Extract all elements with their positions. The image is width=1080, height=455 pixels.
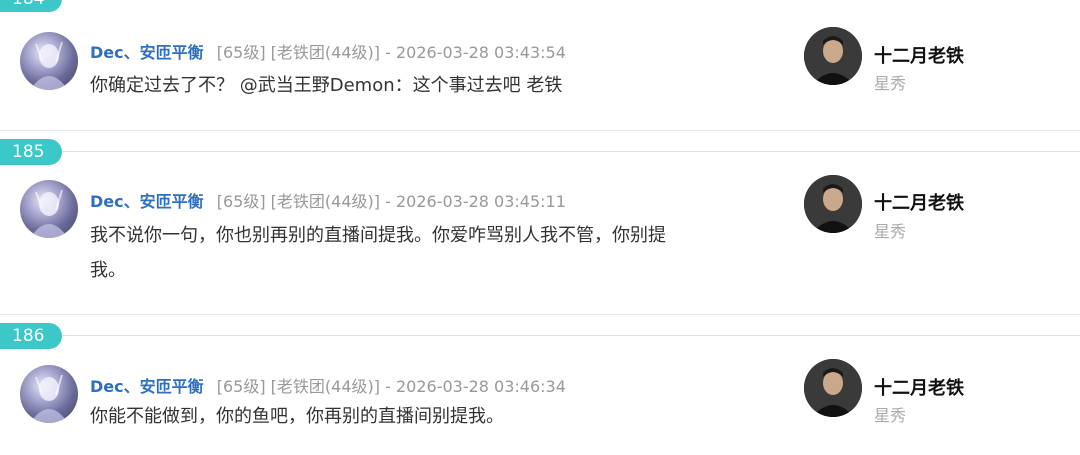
- target-avatar[interactable]: [804, 27, 862, 85]
- comment-content: 我不说你一句，你也别再别的直播间提我。你爱咋骂别人我不管，你别提我。: [90, 225, 666, 281]
- floor-divider: [62, 151, 1080, 152]
- comment-meta: Dec、安匝平衡 [65级] [老铁团(44级)] - 2026-03-28 0…: [90, 188, 566, 212]
- timestamp: - 2026-03-28 03:43:54: [385, 43, 566, 62]
- comment-meta: Dec、安匝平衡 [65级] [老铁团(44级)] - 2026-03-28 0…: [90, 373, 566, 397]
- floor-badge: 184: [0, 0, 62, 12]
- comment-post: 184 Dec、安匝平衡 [65级] [老铁团(44级)] - 2026-03-…: [0, 0, 1080, 131]
- target-streamer-name[interactable]: 十二月老铁: [874, 189, 964, 215]
- fan-badge: [老铁团(44级)]: [270, 192, 381, 211]
- user-avatar[interactable]: [20, 180, 78, 238]
- user-level: [65级]: [216, 192, 266, 211]
- user-avatar[interactable]: [20, 365, 78, 423]
- target-category: 星秀: [874, 222, 907, 241]
- username-link[interactable]: Dec、安匝平衡: [90, 192, 204, 211]
- comment-post: 185 Dec、安匝平衡 [65级] [老铁团(44级)] - 2026-03-…: [0, 139, 1080, 315]
- timestamp: - 2026-03-28 03:45:11: [385, 192, 566, 211]
- target-streamer-name[interactable]: 十二月老铁: [874, 42, 964, 68]
- target-streamer-name[interactable]: 十二月老铁: [874, 374, 964, 400]
- floor-badge: 186: [0, 323, 62, 349]
- user-avatar[interactable]: [20, 32, 78, 90]
- user-level: [65级]: [216, 43, 266, 62]
- fan-badge: [老铁团(44级)]: [270, 43, 381, 62]
- fan-badge: [老铁团(44级)]: [270, 377, 381, 396]
- comment-meta: Dec、安匝平衡 [65级] [老铁团(44级)] - 2026-03-28 0…: [90, 39, 566, 63]
- floor-divider: [62, 335, 1080, 336]
- username-link[interactable]: Dec、安匝平衡: [90, 377, 204, 396]
- post-divider: [0, 130, 1080, 131]
- comment-content: 你能不能做到，你的鱼吧，你再别的直播间别提我。: [90, 406, 504, 427]
- username-link[interactable]: Dec、安匝平衡: [90, 43, 204, 62]
- user-level: [65级]: [216, 377, 266, 396]
- target-avatar[interactable]: [804, 359, 862, 417]
- floor-badge: 185: [0, 139, 62, 165]
- target-category: 星秀: [874, 74, 907, 93]
- target-category: 星秀: [874, 406, 907, 425]
- comment-post: 186 Dec、安匝平衡 [65级] [老铁团(44级)] - 2026-03-…: [0, 323, 1080, 455]
- comment-content: 你确定过去了不？ @武当王野Demon：这个事过去吧 老铁: [90, 75, 563, 96]
- comment-feed: 184 Dec、安匝平衡 [65级] [老铁团(44级)] - 2026-03-…: [0, 0, 1080, 455]
- post-divider: [0, 314, 1080, 315]
- target-avatar[interactable]: [804, 175, 862, 233]
- timestamp: - 2026-03-28 03:46:34: [385, 377, 566, 396]
